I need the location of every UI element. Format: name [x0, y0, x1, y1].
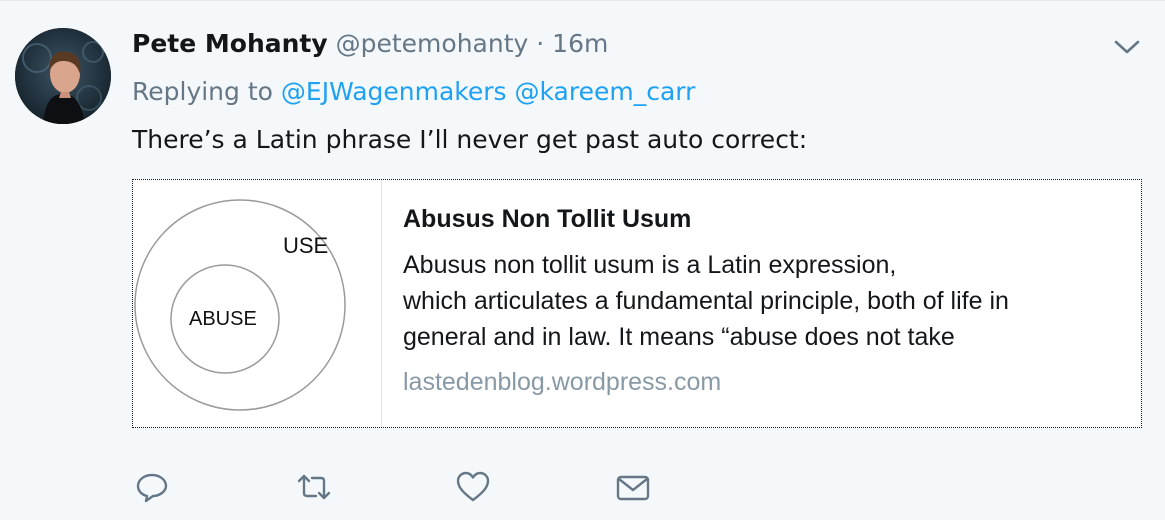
venn-diagram-image: USE ABUSE: [134, 199, 346, 411]
abuse-label: ABUSE: [189, 308, 257, 330]
card-image: USE ABUSE: [133, 180, 382, 427]
author-name[interactable]: Pete Mohanty: [132, 29, 328, 58]
card-description: Abusus non tollit usum is a Latin expres…: [403, 247, 1123, 355]
use-label: USE: [283, 233, 328, 258]
replying-to: Replying to @EJWagenmakers @kareem_carr: [132, 75, 695, 109]
author-handle[interactable]: @petemohanty: [336, 29, 529, 58]
card-title: Abusus Non Tollit Usum: [403, 205, 692, 233]
link-card[interactable]: USE ABUSE Abusus Non Tollit Usum Abusus …: [132, 179, 1142, 428]
tweet[interactable]: Pete Mohanty @petemohanty · 16m Replying…: [0, 0, 1165, 520]
tweet-text: There’s a Latin phrase I’ll never get pa…: [132, 125, 808, 154]
dm-icon: [616, 475, 650, 501]
tweet-actions: [0, 469, 1165, 509]
like-button[interactable]: [455, 469, 491, 505]
card-description-line: Abusus non tollit usum is a Latin expres…: [403, 251, 897, 279]
reply-button[interactable]: [134, 469, 170, 505]
card-domain: lastedenblog.wordpress.com: [403, 368, 722, 396]
tweet-header: Pete Mohanty @petemohanty · 16m: [132, 27, 608, 61]
mention-link[interactable]: @kareem_carr: [515, 77, 696, 106]
retweet-icon: [297, 474, 331, 500]
like-icon: [456, 471, 490, 502]
tweet-timestamp[interactable]: 16m: [552, 29, 608, 58]
card-description-line: which articulates a fundamental principl…: [403, 287, 1009, 315]
card-description-line: general and in law. It means “abuse does…: [403, 323, 955, 351]
avatar[interactable]: [15, 28, 111, 124]
more-options-button[interactable]: [1112, 35, 1142, 59]
separator-dot: ·: [536, 29, 545, 58]
retweet-button[interactable]: [296, 469, 332, 505]
mention-link[interactable]: @EJWagenmakers: [281, 77, 507, 106]
direct-message-button[interactable]: [615, 469, 651, 505]
replying-to-label: Replying to: [132, 77, 273, 106]
avatar-image: [15, 28, 111, 124]
chevron-down-icon: [1114, 40, 1140, 54]
reply-icon: [136, 473, 168, 503]
